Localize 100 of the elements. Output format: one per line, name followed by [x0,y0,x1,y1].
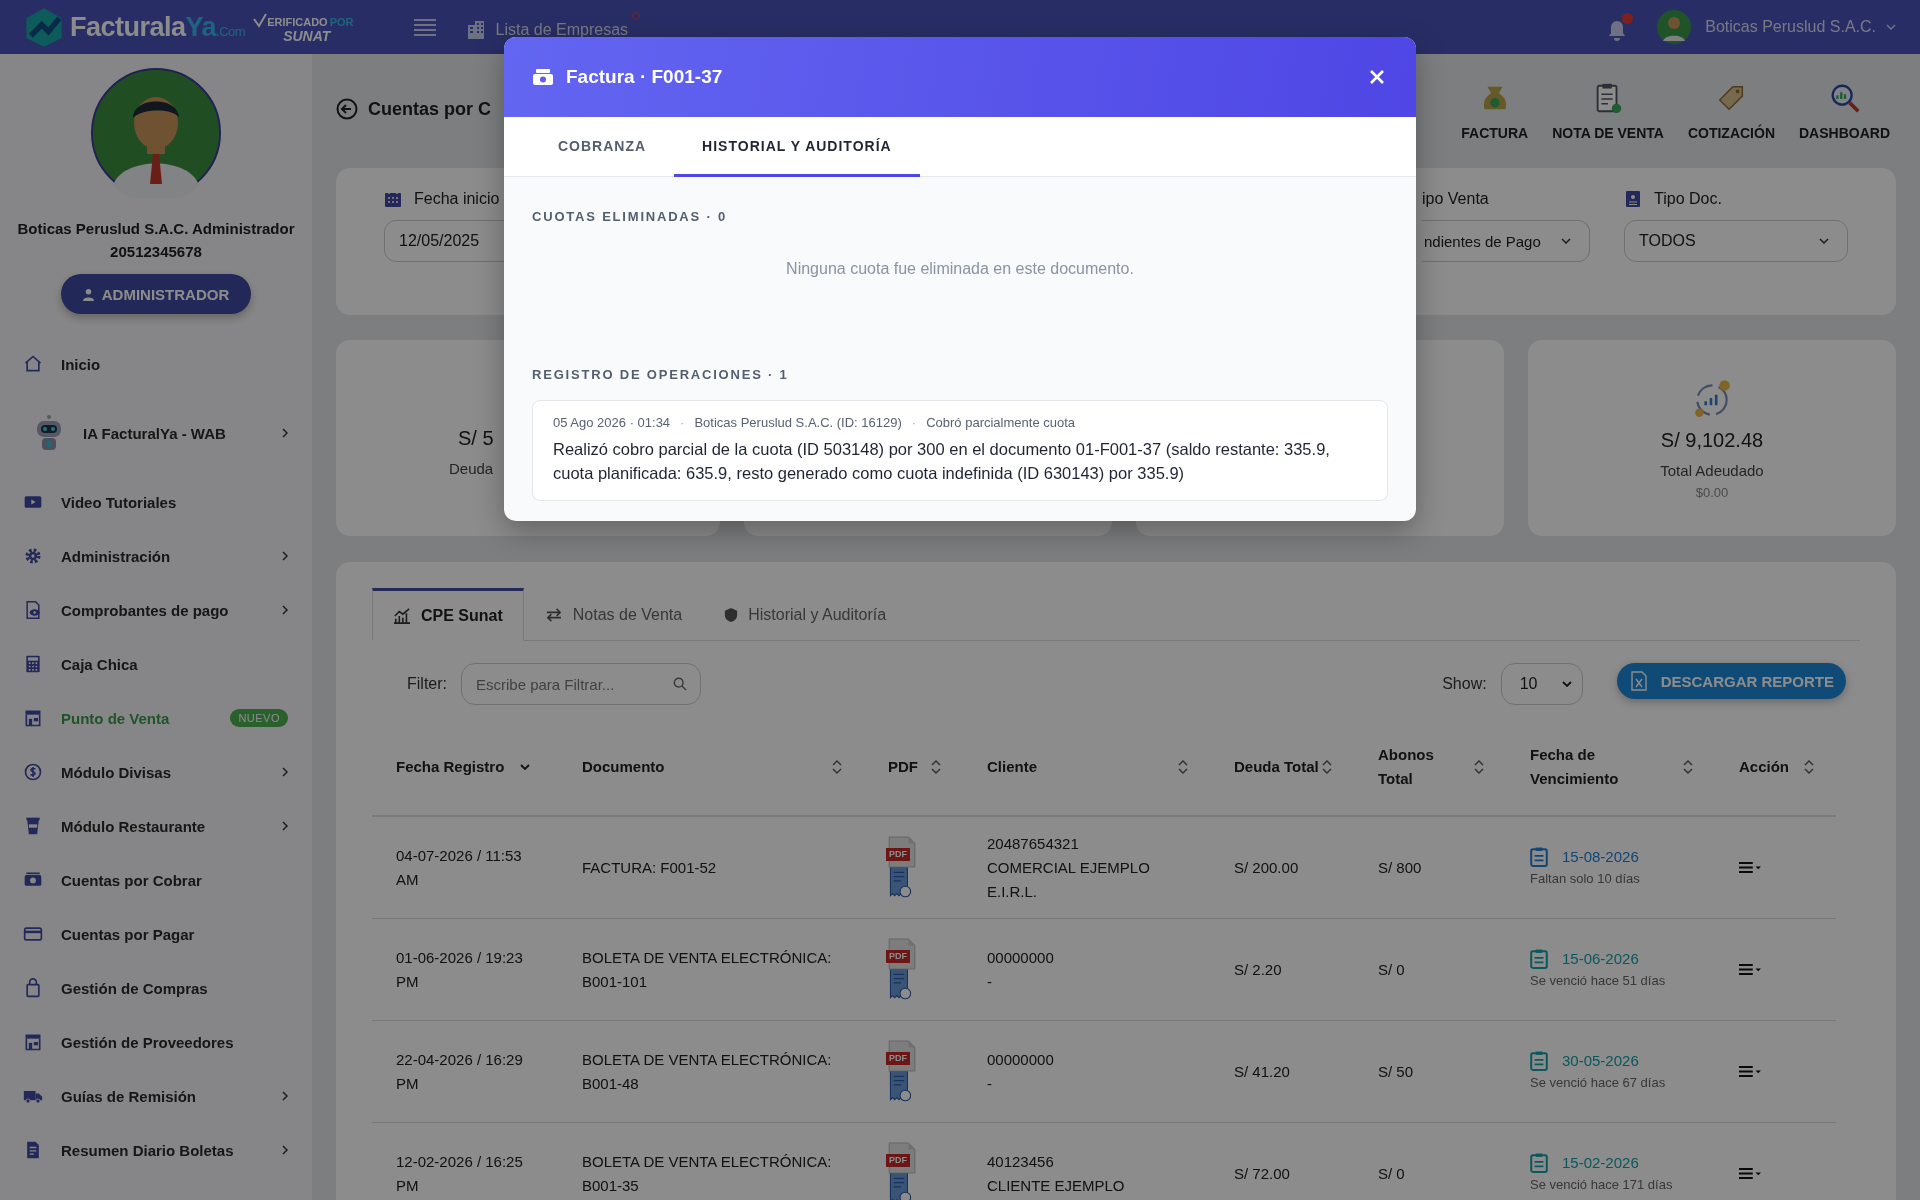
receipt-icon[interactable] [888,1171,912,1200]
section-heading: CUOTAS ELIMINADAS · 0 [532,209,728,224]
sort-icon[interactable] [1474,760,1484,774]
column-header[interactable]: Abonos Total [1378,743,1464,791]
page-size-select[interactable]: 10 [1500,663,1583,705]
column-header[interactable]: Cliente [987,755,1037,779]
notification-button[interactable] [1607,13,1634,41]
caret-icon [1819,238,1829,244]
clipboard-icon [1530,847,1548,868]
shortcut-link[interactable]: COTIZACIÓN [1687,81,1775,141]
shortcut-link[interactable]: NOTA DE VENTA [1552,81,1664,141]
sidebar-item[interactable]: Gestión de Proveedores [0,1015,312,1069]
tab[interactable]: COBRANZA [530,117,675,177]
table-cell: S/ 2.20 [1234,960,1282,978]
due-note: Se venció hace 171 días [1530,1176,1674,1195]
filter-label: ipo Venta [1422,190,1489,208]
menu-button[interactable] [413,18,436,36]
shortcut-link[interactable]: FACTURA [1461,81,1529,141]
sidebar-item[interactable]: IA FacturalYa - WAB [0,391,312,475]
sort-icon[interactable] [1322,760,1332,774]
due-note: Se venció hace 51 días [1530,972,1667,991]
action-menu-button[interactable] [1739,861,1761,874]
sort-icon[interactable] [1804,760,1814,774]
log-meta: 05 Ago 2026 · 01:34 [553,415,671,430]
sidebar-item[interactable]: Gestión de Compras [0,961,312,1015]
table-cell-text: 00000000 [987,947,1055,968]
receipt-icon[interactable] [888,865,912,900]
select-field[interactable]: ndientes de Pago [1422,220,1590,262]
document-eye-icon [23,600,43,620]
sidebar-item[interactable]: Administración [0,529,312,583]
home-icon [23,354,43,374]
sort-icon[interactable] [931,760,941,774]
summary-amount: S/ 9,102.48 [1660,428,1764,452]
sidebar-item[interactable]: Inicio [0,337,312,391]
column-header[interactable]: Fecha Registro [396,755,505,779]
sort-descending-icon[interactable] [520,764,531,770]
sidebar-item[interactable]: Caja Chica [0,637,312,691]
filter-label: Tipo Doc. [1654,190,1722,208]
table-cell: BOLETA DE VENTA ELECTRÓNICA: B001-101 [582,948,832,990]
summary-label: Total Adeudado [1660,461,1764,479]
tab[interactable]: CPE Sunat [372,588,524,641]
avatar [1657,10,1692,44]
sidebar-item[interactable]: Resumen Diario Boletas [0,1123,312,1177]
column-header[interactable]: Acción [1739,755,1789,779]
menu-icon [413,18,436,36]
user-name: Boticas Peruslud S.A.C. Administrador [17,220,295,237]
search-field[interactable]: Escribe para Filtrar... [461,663,701,705]
column-header[interactable]: PDF [888,755,918,779]
table-cell: S/ 50 [1378,1062,1414,1080]
tab[interactable]: HISTORIAL Y AUDITORÍA [674,117,920,177]
show-label: Show: [1442,675,1487,693]
table-cell-text: - [987,971,993,992]
sidebar-item[interactable]: Cuentas por Pagar [0,907,312,961]
sidebar-item[interactable]: Módulo Divisas [0,745,312,799]
sidebar-item[interactable]: Módulo Restaurante [0,799,312,853]
account-menu[interactable]: Boticas Peruslud S.A.C. [1705,18,1896,36]
bell-icon [1607,19,1628,41]
receipt-icon[interactable] [888,1069,912,1104]
action-menu-button[interactable] [1739,1167,1761,1180]
table-cell: FACTURA: F001-52 [582,858,717,876]
credit-card-icon [23,924,43,944]
separator-dot: · [680,415,685,430]
sidebar-item[interactable]: Video Tutoriales [0,475,312,529]
due-date: 15-08-2026 [1562,847,1639,868]
table-cell: 04-07-2026 / 11:53 AM [396,846,522,888]
column-header[interactable]: Deuda Total [1234,755,1319,779]
menu-caret-icon [1739,963,1761,976]
shortcut-link[interactable]: DASHBOARD [1799,81,1890,141]
caret-icon [1561,238,1571,244]
tab[interactable]: Notas de Venta [523,588,704,641]
table-cell: S/ 800 [1378,858,1422,876]
menu-caret-icon [1739,861,1761,874]
action-menu-button[interactable] [1739,1065,1761,1078]
table-cell-text: 20487654321 [987,833,1080,854]
select-field[interactable]: TODOS [1624,220,1848,262]
clipboard-icon [1530,1051,1548,1072]
menu-caret-icon [1739,1065,1761,1078]
table-cell: S/ 0 [1378,1164,1405,1182]
sidebar-item[interactable]: Comprobantes de pago [0,583,312,637]
table-cell: BOLETA DE VENTA ELECTRÓNICA: B001-48 [582,1050,832,1092]
menu-caret-icon [1739,1167,1761,1180]
column-header[interactable]: Documento [582,755,665,779]
sidebar-item[interactable]: Guías de Remisión [0,1069,312,1123]
tab[interactable]: Historial y Auditoría [703,588,908,641]
column-header[interactable]: Fecha de Vencimiento [1530,743,1616,791]
table-cell-text: 00000000 [987,1049,1055,1070]
sort-icon[interactable] [1683,760,1693,774]
section-heading: REGISTRO DE OPERACIONES · 1 [532,367,790,382]
close-icon [1370,70,1384,84]
clipboard-icon [1530,949,1548,970]
receipt-icon[interactable] [888,967,912,1002]
sort-icon[interactable] [832,760,842,774]
storefront-icon [23,1032,43,1052]
sidebar-item[interactable]: Cuentas por Cobrar [0,853,312,907]
table-cell-text: 40123456 [987,1151,1055,1172]
action-menu-button[interactable] [1739,963,1761,976]
role-button[interactable]: ADMINISTRADOR [60,274,252,314]
sort-icon[interactable] [1178,760,1188,774]
new-badge: NUEVO [230,709,288,727]
download-report-button[interactable]: DESCARGAR REPORTE [1616,663,1846,699]
